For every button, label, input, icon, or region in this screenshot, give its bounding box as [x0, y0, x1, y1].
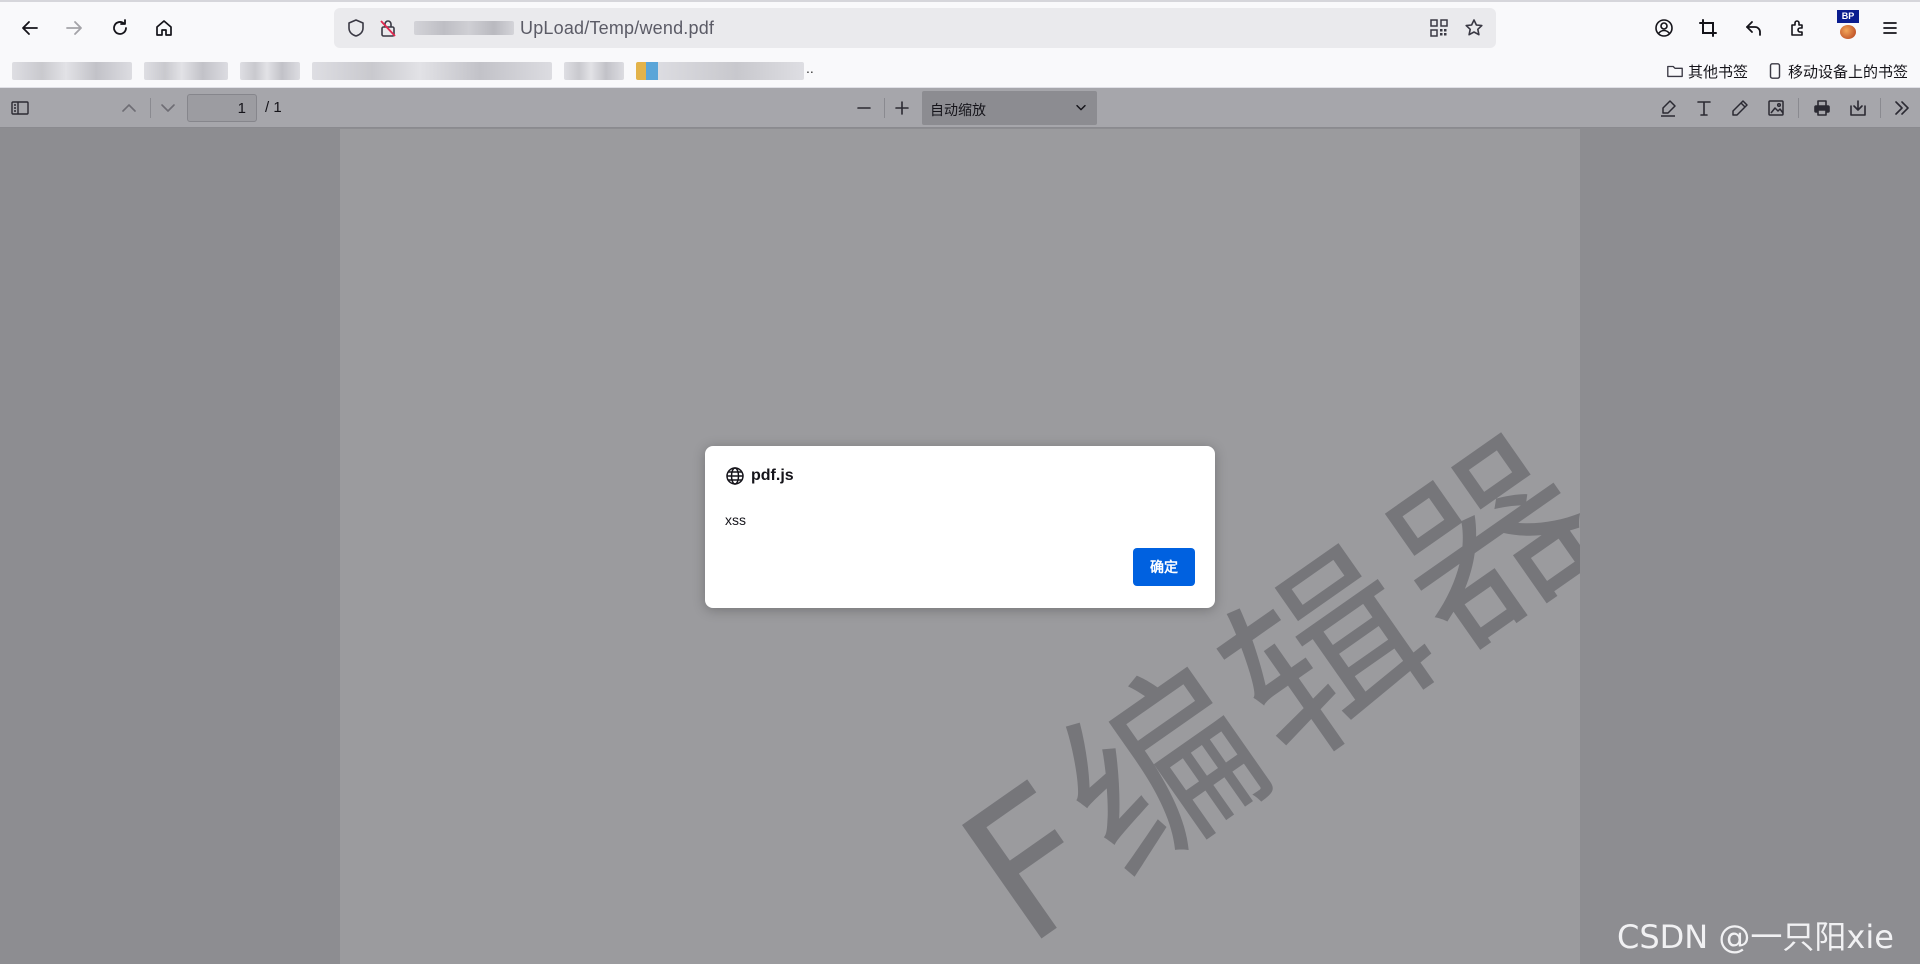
alert-dialog: pdf.js xss 确定	[705, 446, 1215, 608]
pdf-toolbar: 1 / 1 自动缩放	[0, 88, 1920, 128]
bookmark-item-blurred[interactable]	[312, 62, 552, 80]
csdn-watermark: CSDN @一只阳xie	[1617, 918, 1894, 956]
app-menu-button[interactable]	[1874, 12, 1906, 44]
back-button[interactable]	[14, 12, 46, 44]
bookmark-item-blurred[interactable]	[240, 62, 300, 80]
folder-icon	[1667, 65, 1683, 78]
add-text-button[interactable]	[1690, 94, 1718, 122]
bookmarks-toolbar: .. 其他书签 移动设备上的书签	[0, 54, 1920, 88]
dialog-message: xss	[725, 512, 746, 528]
url-text[interactable]: UpLoad/Temp/wend.pdf	[520, 18, 714, 39]
bookmark-item-blurred[interactable]	[636, 62, 804, 80]
double-chevron-right-icon	[1895, 101, 1909, 115]
plus-icon	[895, 101, 909, 115]
qr-code-icon[interactable]	[1429, 18, 1449, 38]
account-icon	[1655, 19, 1673, 37]
home-button[interactable]	[148, 12, 180, 44]
chevron-down-icon	[1076, 104, 1086, 111]
text-icon	[1697, 101, 1711, 116]
address-bar[interactable]: UpLoad/Temp/wend.pdf	[334, 8, 1496, 48]
mobile-bookmarks-label: 移动设备上的书签	[1788, 63, 1909, 81]
reload-icon	[113, 19, 127, 35]
forward-arrow-icon	[66, 21, 82, 35]
undo-arrow-icon	[1746, 21, 1761, 36]
bookmark-overflow: ..	[806, 60, 814, 76]
other-bookmarks-folder[interactable]: 其他书签	[1666, 58, 1748, 84]
secondary-toolbar-toggle[interactable]	[1888, 94, 1916, 122]
navigation-toolbar: UpLoad/Temp/wend.pdf BP	[0, 2, 1920, 54]
bookmark-item-blurred[interactable]	[564, 62, 624, 80]
toolbar-separator	[1798, 98, 1799, 118]
chevron-up-icon	[122, 104, 136, 112]
page-number-input[interactable]: 1	[187, 94, 257, 122]
zoom-in-button[interactable]	[888, 94, 916, 122]
home-icon	[156, 20, 172, 36]
mobile-device-icon	[1769, 63, 1781, 79]
hamburger-menu-icon	[1883, 22, 1897, 34]
toolbar-separator	[1880, 98, 1881, 118]
page-total-label: / 1	[265, 99, 282, 116]
ok-button[interactable]: 确定	[1133, 548, 1195, 586]
chevron-down-icon	[161, 104, 175, 112]
insecure-lock-icon[interactable]	[378, 18, 398, 38]
dialog-header: pdf.js	[725, 466, 794, 486]
bookmark-star-icon[interactable]	[1464, 18, 1484, 38]
screenshot-crop-button[interactable]	[1692, 12, 1724, 44]
zoom-out-button[interactable]	[850, 94, 878, 122]
zoom-select[interactable]: 自动缩放	[922, 91, 1097, 125]
globe-icon	[726, 467, 744, 485]
minus-icon	[857, 107, 871, 109]
tracking-shield-icon[interactable]	[346, 18, 366, 38]
highlight-button[interactable]	[1654, 94, 1682, 122]
reload-button[interactable]	[104, 12, 136, 44]
burp-proxy-extension-button[interactable]: BP	[1835, 10, 1861, 40]
bp-status-icon	[1840, 25, 1856, 39]
puzzle-piece-icon	[1791, 20, 1803, 36]
sidebar-toggle-button[interactable]	[6, 94, 34, 122]
dialog-title: pdf.js	[751, 467, 794, 484]
bp-badge-label: BP	[1837, 10, 1859, 23]
image-icon	[1768, 100, 1784, 116]
draw-button[interactable]	[1726, 94, 1754, 122]
mobile-bookmarks-folder[interactable]: 移动设备上的书签	[1766, 58, 1908, 84]
highlighter-icon	[1661, 100, 1676, 117]
undo-button[interactable]	[1738, 12, 1770, 44]
previous-page-button[interactable]	[115, 94, 143, 122]
save-download-button[interactable]	[1844, 94, 1872, 122]
toolbar-separator	[884, 98, 885, 118]
other-bookmarks-label: 其他书签	[1688, 63, 1749, 81]
extensions-button[interactable]	[1782, 12, 1814, 44]
sidebar-icon	[11, 101, 29, 115]
printer-icon	[1814, 100, 1830, 116]
bookmark-item-blurred[interactable]	[144, 62, 228, 80]
add-image-button[interactable]	[1762, 94, 1790, 122]
bookmark-item-blurred[interactable]	[12, 62, 132, 80]
account-button[interactable]	[1648, 12, 1680, 44]
pencil-icon	[1732, 100, 1748, 116]
zoom-selected-value: 自动缩放	[930, 102, 986, 118]
url-host-blurred	[414, 21, 514, 35]
crop-icon	[1699, 19, 1717, 37]
forward-button[interactable]	[58, 12, 90, 44]
toolbar-separator	[150, 98, 151, 118]
next-page-button[interactable]	[154, 94, 182, 122]
download-icon	[1850, 100, 1866, 116]
print-button[interactable]	[1808, 94, 1836, 122]
back-arrow-icon	[22, 21, 38, 35]
